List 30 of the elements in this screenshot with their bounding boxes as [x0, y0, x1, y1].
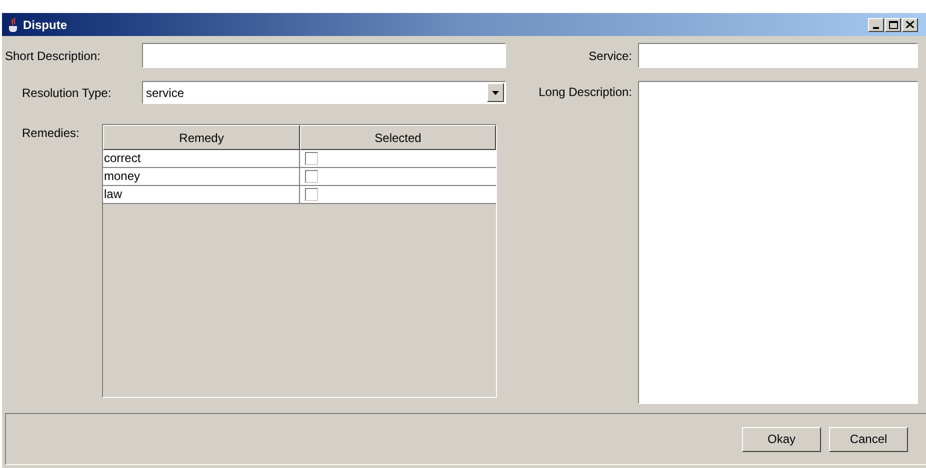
- coffee-cup-icon: [6, 16, 20, 32]
- minimize-icon: [873, 26, 879, 28]
- maximize-icon: [888, 20, 898, 28]
- checkbox[interactable]: [305, 188, 318, 201]
- caret-icon: [492, 90, 499, 94]
- field-label: Resolution Type:: [21, 84, 112, 102]
- checkbox[interactable]: [305, 152, 318, 165]
- service-field[interactable]: [638, 43, 918, 68]
- short-description-field[interactable]: [142, 43, 506, 68]
- dropdown-value: service: [145, 84, 186, 102]
- field-label: Remedies:: [21, 125, 80, 142]
- field-label: Long Description:: [538, 84, 633, 101]
- table-cell: money: [103, 168, 300, 185]
- maximize-button[interactable]: [885, 18, 901, 32]
- field-label: Service:: [588, 48, 633, 64]
- long-description-field[interactable]: [638, 81, 918, 404]
- checkbox[interactable]: [305, 170, 318, 183]
- resolution-type-dropdown[interactable]: service: [142, 81, 506, 104]
- field-label: Short Description:: [4, 48, 102, 64]
- dialog-button[interactable]: Cancel: [829, 426, 908, 452]
- column-header[interactable]: Remedy: [103, 125, 300, 150]
- window-title: Dispute: [23, 16, 68, 34]
- column-header[interactable]: Selected: [300, 125, 496, 150]
- close-button[interactable]: [902, 18, 918, 32]
- dropdown-arrow-button[interactable]: [487, 83, 504, 102]
- close-icon: [906, 21, 914, 28]
- minimize-button[interactable]: [868, 18, 884, 32]
- table-cell: law: [103, 186, 300, 203]
- table-cell: correct: [103, 150, 300, 167]
- dialog-button[interactable]: Okay: [742, 426, 821, 452]
